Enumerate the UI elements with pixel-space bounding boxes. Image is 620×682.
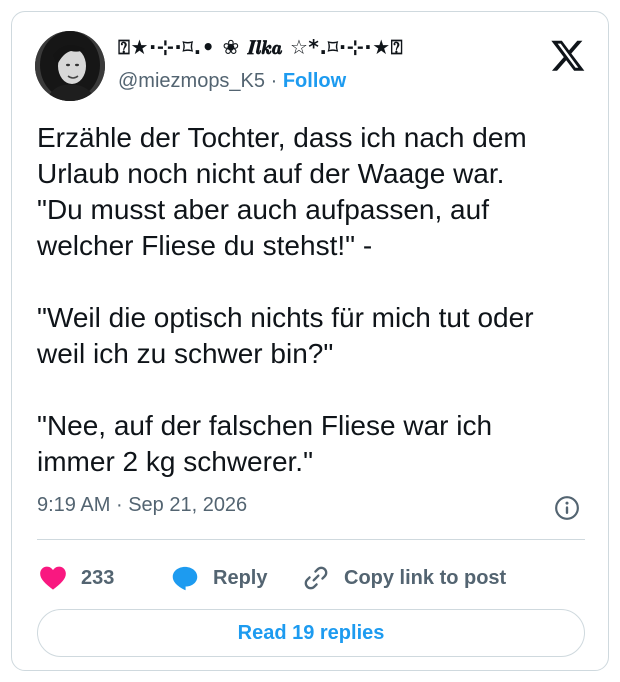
reply-label: Reply xyxy=(213,566,268,589)
like-button[interactable]: 233 xyxy=(39,560,114,596)
heart-icon xyxy=(40,566,66,590)
tweet-time: 9:19 AM xyxy=(37,494,111,516)
speech-bubble-icon xyxy=(172,566,198,591)
tweet-actions: 233 Reply Copy link to post xyxy=(37,560,587,596)
tweet-card: ⍰★·⊹·⌑.• ❀ 𝑰𝒍𝒌𝒂 ☆*.⌑·⊹·★⍰ @miezmops_K5 ·… xyxy=(11,11,609,671)
like-count: 233 xyxy=(81,566,115,589)
info-icon[interactable] xyxy=(554,495,580,521)
read-replies-label: Read 19 replies xyxy=(237,621,385,644)
link-icon xyxy=(304,566,328,590)
avatar-photo-icon xyxy=(35,31,105,101)
author-handle[interactable]: @miezmops_K5 xyxy=(118,70,265,92)
tweet-text: Erzähle der Tochter, dass ich nach dem U… xyxy=(37,122,534,477)
x-logo-icon[interactable] xyxy=(550,37,586,73)
read-replies-button[interactable]: Read 19 replies xyxy=(37,609,585,657)
author-handle-row: @miezmops_K5 · Follow xyxy=(118,70,346,93)
tweet-date: Sep 21, 2026 xyxy=(128,494,248,516)
author-avatar[interactable] xyxy=(35,31,105,101)
tweet-timestamp[interactable]: 9:19 AM · Sep 21, 2026 xyxy=(37,494,247,517)
handle-separator: · xyxy=(270,70,278,92)
copy-link-button[interactable]: Copy link to post xyxy=(302,560,506,596)
actions-divider xyxy=(37,539,585,540)
timestamp-separator: · xyxy=(115,494,123,516)
copy-link-label: Copy link to post xyxy=(344,566,507,589)
follow-link[interactable]: Follow xyxy=(283,70,346,92)
reply-button[interactable]: Reply xyxy=(171,560,267,596)
author-display-name[interactable]: ⍰★·⊹·⌑.• ❀ 𝑰𝒍𝒌𝒂 ☆*.⌑·⊹·★⍰ xyxy=(118,35,403,59)
